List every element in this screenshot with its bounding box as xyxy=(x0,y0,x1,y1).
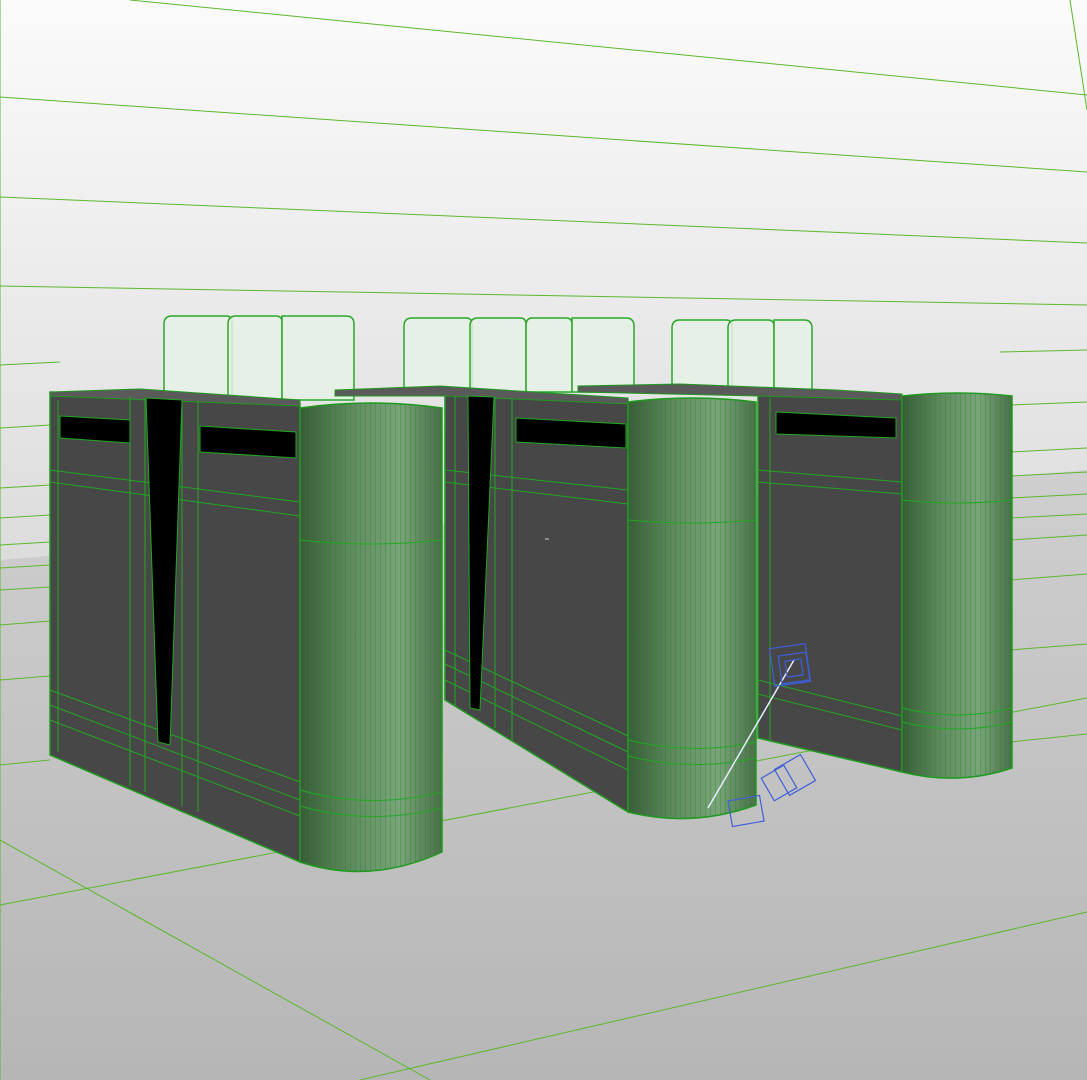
gate-pillar xyxy=(901,392,1013,779)
3d-viewport[interactable] xyxy=(0,0,1087,1080)
glass-flaps xyxy=(671,319,813,391)
display-screen-right xyxy=(199,425,297,459)
gate-body xyxy=(757,391,903,773)
viewport-canvas[interactable] xyxy=(0,0,1087,1080)
glass-flaps xyxy=(163,315,355,401)
gate-pillar xyxy=(299,402,443,873)
gate-pillar xyxy=(627,397,757,820)
display-screen-left xyxy=(59,415,131,444)
glass-flaps xyxy=(403,317,635,393)
